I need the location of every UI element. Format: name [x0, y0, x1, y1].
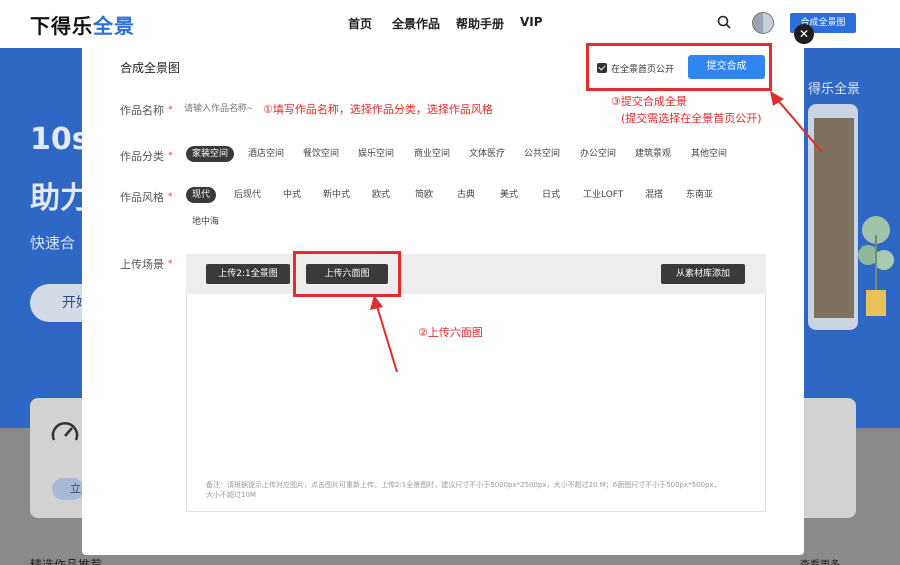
annotation-step-3-note: (提交需选择在全景首页公开): [621, 112, 762, 125]
category-chip[interactable]: 娱乐空间: [358, 146, 394, 162]
hero-brand-text: 得乐全景: [808, 82, 861, 97]
nav-vip[interactable]: VIP: [520, 15, 543, 29]
style-chip[interactable]: 中式: [283, 187, 301, 203]
upload-scene-label: 上传场景 *: [120, 258, 173, 271]
search-icon[interactable]: [717, 15, 731, 29]
category-chip[interactable]: 办公空间: [580, 146, 616, 162]
category-chip[interactable]: 家装空间: [186, 146, 235, 162]
close-icon[interactable]: ✕: [794, 24, 814, 44]
style-chip[interactable]: 现代: [186, 187, 217, 203]
style-chip[interactable]: 简欧: [415, 187, 433, 203]
style-chip[interactable]: 美式: [500, 187, 518, 203]
style-chip[interactable]: 日式: [542, 187, 560, 203]
highlight-upload-cube: [293, 251, 401, 297]
hero-headline-1: 10s: [30, 122, 90, 157]
style-chip[interactable]: 后现代: [234, 187, 261, 203]
feature-pill-button[interactable]: 立: [52, 478, 84, 500]
hero-headline-2: 助力: [30, 181, 90, 216]
hero-subtitle: 快速合: [30, 234, 76, 252]
style-chip[interactable]: 新中式: [323, 187, 350, 203]
category-chip[interactable]: 餐饮空间: [303, 146, 339, 162]
annotation-step-1: ①填写作品名称，选择作品分类，选择作品风格: [263, 103, 493, 116]
category-chip[interactable]: 商业空间: [414, 146, 450, 162]
upload-note: 备注：请根据提示上传对应图片，点击图片可重新上传。上传2:1全景图时，建议尺寸不…: [206, 481, 721, 499]
annotation-step-2: ②上传六面图: [418, 326, 483, 339]
work-name-label: 作品名称 *: [120, 104, 173, 117]
category-chip[interactable]: 建筑景观: [635, 146, 671, 162]
category-chip[interactable]: 文体医疗: [469, 146, 505, 162]
upload-panorama-button[interactable]: 上传2:1全景图: [206, 264, 290, 284]
category-chip[interactable]: 酒店空间: [248, 146, 284, 162]
speed-gauge-icon: [51, 422, 79, 441]
work-name-input[interactable]: [184, 103, 274, 113]
device-screen-image: [814, 118, 854, 318]
nav-panorama-works[interactable]: 全景作品: [392, 15, 440, 32]
style-chip[interactable]: 古典: [457, 187, 475, 203]
featured-works-heading: 精选作品推荐: [30, 558, 103, 565]
style-chip[interactable]: 欧式: [372, 187, 390, 203]
view-more-link[interactable]: 查看更多: [800, 556, 840, 565]
category-label: 作品分类 *: [120, 150, 173, 163]
style-chip[interactable]: 东南亚: [686, 187, 713, 203]
user-avatar[interactable]: [752, 12, 774, 34]
style-chip[interactable]: 混搭: [645, 187, 663, 203]
modal-title: 合成全景图: [120, 61, 181, 75]
style-chip[interactable]: 工业LOFT: [583, 187, 623, 203]
style-label: 作品风格 *: [120, 191, 173, 204]
highlight-submit-area: [586, 43, 772, 91]
add-from-library-button[interactable]: 从素材库添加: [661, 264, 745, 284]
annotation-step-3: ③提交合成全景: [611, 95, 687, 108]
style-chip[interactable]: 地中海: [192, 214, 219, 230]
plant-illustration: [858, 216, 894, 316]
nav-help-manual[interactable]: 帮助手册: [456, 15, 504, 32]
category-chip[interactable]: 其他空间: [691, 146, 727, 162]
category-chip[interactable]: 公共空间: [524, 146, 560, 162]
